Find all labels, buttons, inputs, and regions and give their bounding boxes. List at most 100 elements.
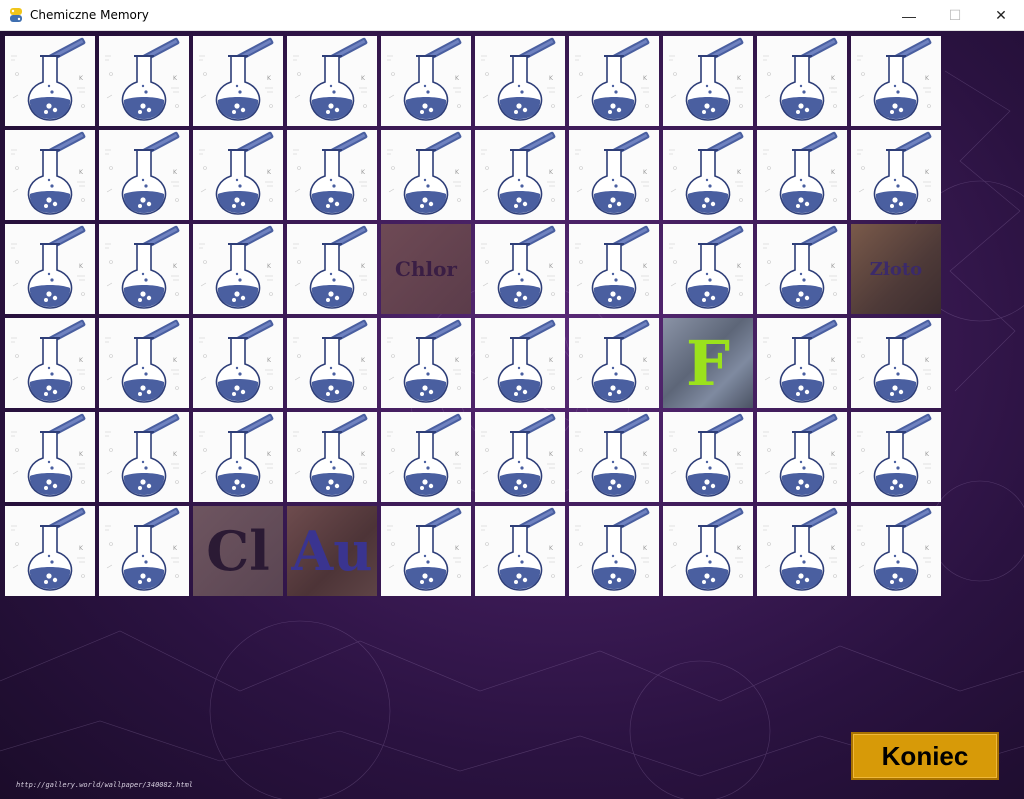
flask-icon: K (381, 506, 471, 596)
flask-icon: K (475, 318, 565, 408)
memory-card-hidden[interactable]: K (475, 130, 565, 220)
memory-card-hidden[interactable]: K (851, 412, 941, 502)
flask-icon: K (663, 412, 753, 502)
memory-card-revealed[interactable]: F (663, 318, 753, 408)
close-button[interactable]: ✕ (978, 0, 1024, 31)
memory-card-hidden[interactable]: K (287, 224, 377, 314)
memory-card-hidden[interactable]: K (99, 318, 189, 408)
flask-icon: K (5, 412, 95, 502)
memory-card-hidden[interactable]: K (851, 130, 941, 220)
memory-card-hidden[interactable]: K (193, 36, 283, 126)
memory-card-hidden[interactable]: K (99, 506, 189, 596)
memory-card-hidden[interactable]: K (569, 36, 659, 126)
memory-card-hidden[interactable]: K (663, 412, 753, 502)
flask-icon: K (193, 224, 283, 314)
flask-icon: K (287, 412, 377, 502)
flask-icon: K (569, 130, 659, 220)
flask-icon: K (569, 318, 659, 408)
flask-icon: K (287, 130, 377, 220)
flask-icon: K (99, 412, 189, 502)
memory-card-hidden[interactable]: K (757, 130, 847, 220)
memory-card-hidden[interactable]: K (475, 224, 565, 314)
flask-icon: K (381, 412, 471, 502)
koniec-button[interactable]: Koniec (851, 732, 999, 780)
flask-icon: K (193, 130, 283, 220)
memory-card-hidden[interactable]: K (193, 412, 283, 502)
flask-icon: K (757, 506, 847, 596)
memory-card-hidden[interactable]: K (381, 318, 471, 408)
flask-icon: K (475, 506, 565, 596)
memory-card-hidden[interactable]: K (475, 318, 565, 408)
flask-icon: K (851, 412, 941, 502)
flask-icon: K (475, 36, 565, 126)
memory-card-hidden[interactable]: K (757, 36, 847, 126)
flask-icon: K (757, 318, 847, 408)
flask-icon: K (663, 36, 753, 126)
memory-card-hidden[interactable]: K (757, 412, 847, 502)
memory-card-hidden[interactable]: K (381, 506, 471, 596)
memory-card-hidden[interactable]: K (287, 318, 377, 408)
memory-card-hidden[interactable]: K (99, 412, 189, 502)
memory-card-revealed[interactable]: Au (287, 506, 377, 596)
memory-card-hidden[interactable]: K (381, 36, 471, 126)
memory-card-hidden[interactable]: K (569, 412, 659, 502)
flask-icon: K (757, 36, 847, 126)
memory-card-hidden[interactable]: K (851, 318, 941, 408)
memory-card-hidden[interactable]: K (5, 130, 95, 220)
memory-card-hidden[interactable]: K (663, 130, 753, 220)
memory-card-revealed[interactable]: Chlor (381, 224, 471, 314)
memory-card-hidden[interactable]: K (5, 506, 95, 596)
card-label: Złoto (869, 258, 923, 280)
flask-icon: K (381, 318, 471, 408)
flask-icon: K (475, 130, 565, 220)
memory-card-hidden[interactable]: K (99, 36, 189, 126)
card-label: Cl (206, 519, 270, 583)
memory-card-hidden[interactable]: K (569, 506, 659, 596)
flask-icon: K (5, 36, 95, 126)
memory-card-hidden[interactable]: K (475, 36, 565, 126)
flask-icon: K (99, 506, 189, 596)
flask-icon: K (99, 130, 189, 220)
memory-card-hidden[interactable]: K (757, 224, 847, 314)
flask-icon: K (569, 412, 659, 502)
memory-card-hidden[interactable]: K (851, 36, 941, 126)
memory-card-hidden[interactable]: K (663, 224, 753, 314)
memory-card-hidden[interactable]: K (193, 224, 283, 314)
minimize-button[interactable]: — (886, 0, 932, 31)
memory-card-hidden[interactable]: K (381, 412, 471, 502)
memory-card-hidden[interactable]: K (193, 130, 283, 220)
memory-card-hidden[interactable]: K (5, 412, 95, 502)
memory-card-hidden[interactable]: K (663, 506, 753, 596)
memory-card-hidden[interactable]: K (99, 224, 189, 314)
memory-card-hidden[interactable]: K (99, 130, 189, 220)
flask-icon: K (569, 506, 659, 596)
memory-card-hidden[interactable]: K (287, 412, 377, 502)
memory-card-hidden[interactable]: K (757, 318, 847, 408)
memory-card-hidden[interactable]: K (381, 130, 471, 220)
memory-card-hidden[interactable]: K (5, 36, 95, 126)
flask-icon: K (851, 130, 941, 220)
memory-card-hidden[interactable]: K (5, 318, 95, 408)
memory-card-hidden[interactable]: K (569, 318, 659, 408)
memory-card-hidden[interactable]: K (475, 412, 565, 502)
memory-card-revealed[interactable]: Cl (193, 506, 283, 596)
flask-icon: K (287, 224, 377, 314)
flask-icon: K (757, 412, 847, 502)
memory-card-hidden[interactable]: K (193, 318, 283, 408)
memory-card-hidden[interactable]: K (569, 130, 659, 220)
memory-card-hidden[interactable]: K (287, 36, 377, 126)
watermark-text: http://gallery.world/wallpaper/340082.ht… (16, 781, 194, 789)
memory-card-hidden[interactable]: K (757, 506, 847, 596)
memory-card-revealed[interactable]: Złoto (851, 224, 941, 314)
memory-card-hidden[interactable]: K (569, 224, 659, 314)
memory-card-hidden[interactable]: K (663, 36, 753, 126)
flask-icon: K (99, 36, 189, 126)
card-label: F (685, 326, 731, 400)
maximize-button[interactable]: ☐ (932, 0, 978, 31)
memory-card-hidden[interactable]: K (475, 506, 565, 596)
memory-card-hidden[interactable]: K (287, 130, 377, 220)
flask-icon: K (99, 224, 189, 314)
memory-card-hidden[interactable]: K (5, 224, 95, 314)
flask-icon: K (475, 224, 565, 314)
memory-card-hidden[interactable]: K (851, 506, 941, 596)
